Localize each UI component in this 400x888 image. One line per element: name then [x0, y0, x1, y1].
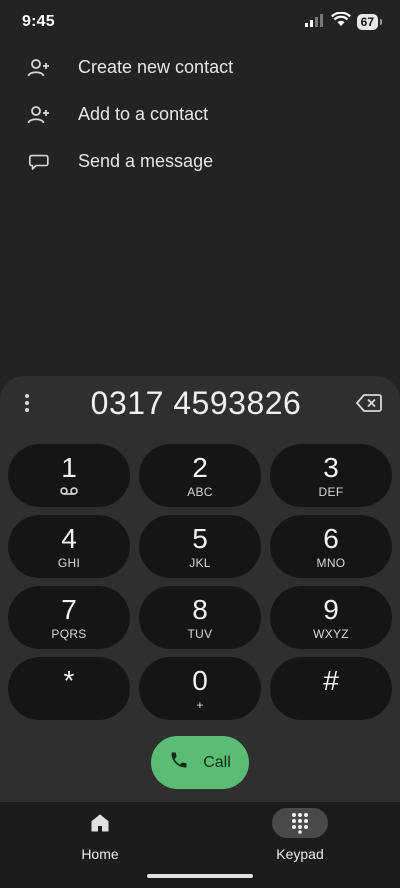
number-row: 0317 4593826	[0, 376, 400, 430]
key-digit: 5	[192, 522, 208, 554]
key-digit: 9	[323, 593, 339, 625]
key-letters: DEF	[318, 484, 344, 499]
key-1[interactable]: 1	[8, 444, 130, 507]
key-5[interactable]: 5 JKL	[139, 515, 261, 578]
wifi-icon	[330, 11, 351, 32]
home-icon	[72, 808, 128, 838]
key-digit: #	[323, 664, 339, 696]
phone-icon	[169, 750, 189, 775]
battery-icon: 67	[356, 14, 383, 30]
key-digit: *	[63, 664, 75, 696]
key-0[interactable]: 0 +	[139, 657, 261, 720]
status-time: 9:45	[22, 13, 55, 30]
keypad-grid: 1 2 ABC 3 DEF 4 GHI 5 JKL 6 MNO 7 PQRS 8…	[8, 444, 392, 720]
nav-label: Home	[81, 846, 119, 862]
key-digit: 0	[192, 664, 208, 696]
key-letters: TUV	[187, 626, 213, 641]
send-message-item[interactable]: Send a message	[0, 138, 400, 185]
create-new-contact-item[interactable]: Create new contact	[0, 44, 400, 91]
voicemail-icon	[60, 485, 78, 499]
key-7[interactable]: 7 PQRS	[8, 586, 130, 649]
message-icon	[26, 149, 52, 175]
key-digit: 2	[192, 451, 208, 483]
key-hash[interactable]: #	[270, 657, 392, 720]
key-letters: PQRS	[51, 626, 87, 641]
key-digit: 3	[323, 451, 339, 483]
more-options-icon[interactable]	[18, 391, 36, 415]
key-letters: GHI	[57, 555, 81, 570]
dialed-number[interactable]: 0317 4593826	[91, 385, 302, 422]
keypad-icon	[272, 808, 328, 838]
action-label: Send a message	[78, 151, 214, 171]
key-letters: JKL	[189, 555, 211, 570]
add-person-icon	[26, 102, 52, 128]
key-letters: MNO	[316, 555, 346, 570]
key-8[interactable]: 8 TUV	[139, 586, 261, 649]
key-letters: +	[196, 697, 204, 712]
backspace-icon[interactable]	[356, 393, 382, 413]
call-label: Call	[203, 753, 231, 771]
key-6[interactable]: 6 MNO	[270, 515, 392, 578]
key-digit: 8	[192, 593, 208, 625]
add-person-icon	[26, 55, 52, 81]
key-2[interactable]: 2 ABC	[139, 444, 261, 507]
key-9[interactable]: 9 WXYZ	[270, 586, 392, 649]
action-label: Add to a contact	[78, 104, 209, 124]
action-label: Create new contact	[78, 57, 234, 77]
key-digit: 7	[61, 593, 77, 625]
key-4[interactable]: 4 GHI	[8, 515, 130, 578]
add-to-contact-item[interactable]: Add to a contact	[0, 91, 400, 138]
key-star[interactable]: *	[8, 657, 130, 720]
key-letters: ABC	[187, 484, 213, 499]
key-digit: 1	[61, 451, 77, 483]
key-letters: WXYZ	[313, 626, 349, 641]
status-icons: 67	[304, 11, 383, 32]
signal-icon	[304, 13, 325, 32]
nav-label: Keypad	[276, 846, 324, 862]
key-digit: 6	[323, 522, 339, 554]
action-list: Create new contact Add to a contact Send…	[0, 44, 400, 185]
dialpad-sheet: 0317 4593826 1 2 ABC 3 DEF 4 GHI 5 JKL 6…	[0, 376, 400, 802]
key-digit: 4	[61, 522, 77, 554]
call-button[interactable]: Call	[151, 736, 249, 789]
key-3[interactable]: 3 DEF	[270, 444, 392, 507]
home-indicator[interactable]	[147, 874, 253, 878]
status-bar: 9:45 67	[0, 0, 400, 44]
